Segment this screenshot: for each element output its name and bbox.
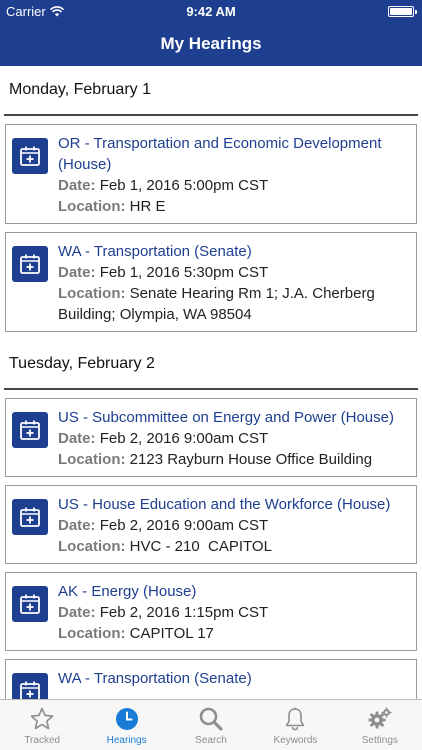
hearing-location: HVC - 210 CAPITOL [129, 538, 272, 555]
tab-hearings[interactable]: Hearings [84, 700, 168, 750]
tab-search[interactable]: Search [169, 700, 253, 750]
page-title: My Hearings [160, 34, 262, 53]
gear-icon [368, 707, 392, 729]
day-header: Monday, February 1 [4, 66, 418, 116]
hearing-card[interactable]: US - Subcommittee on Energy and Power (H… [5, 398, 417, 477]
hearing-date: Feb 2, 2016 9:00am CST [99, 517, 269, 534]
location-label: Location: [58, 198, 126, 215]
hearing-date-row: Date: Feb 2, 2016 1:15pm CST [58, 602, 410, 623]
hearing-date-row: Date: Feb 1, 2016 5:30pm CST [58, 262, 410, 283]
date-label: Date: [58, 264, 96, 281]
hearing-title[interactable]: WA - Transportation (Senate) [58, 241, 410, 262]
calendar-add-icon[interactable] [12, 586, 48, 622]
tab-keywords[interactable]: Keywords [253, 700, 337, 750]
status-time: 9:42 AM [186, 4, 236, 19]
calendar-add-icon[interactable] [12, 138, 48, 174]
calendar-add-icon[interactable] [12, 412, 48, 448]
hearing-location: CAPITOL 17 [129, 625, 214, 642]
search-icon [199, 707, 223, 731]
hearings-list[interactable]: Monday, February 1 OR - Transportation a… [0, 66, 422, 699]
tab-label: Hearings [106, 735, 147, 746]
hearing-location-row: Location: HVC - 210 CAPITOL [58, 536, 410, 557]
hearing-details: US - Subcommittee on Energy and Power (H… [58, 407, 410, 470]
hearing-title[interactable]: US - Subcommittee on Energy and Power (H… [58, 407, 410, 428]
tab-label: Tracked [24, 735, 61, 746]
hearing-card[interactable]: WA - Transportation (Senate) Date: Feb 1… [5, 232, 417, 332]
tab-tracked[interactable]: Tracked [0, 700, 84, 750]
hearing-details: US - House Education and the Workforce (… [58, 494, 410, 557]
date-label: Date: [58, 604, 96, 621]
clock-icon [115, 708, 138, 730]
date-label: Date: [58, 177, 96, 194]
calendar-add-icon[interactable] [12, 673, 48, 699]
day-header-label: Tuesday, February 2 [9, 355, 155, 372]
nav-bar: My Hearings [0, 22, 422, 66]
day-header-label: Monday, February 1 [9, 81, 151, 98]
hearing-date: Feb 1, 2016 5:00pm CST [99, 177, 269, 194]
hearing-date: Feb 1, 2016 5:30pm CST [99, 264, 269, 281]
hearing-date-row: Date: Feb 2, 2016 9:00am CST [58, 428, 410, 449]
hearing-card[interactable]: US - House Education and the Workforce (… [5, 485, 417, 564]
calendar-add-icon[interactable] [12, 246, 48, 282]
tab-label: Search [195, 735, 227, 746]
hearing-location-row: Location: 2123 Rayburn House Office Buil… [58, 449, 410, 470]
location-label: Location: [58, 538, 126, 555]
hearing-location: 2123 Rayburn House Office Building [129, 451, 373, 468]
hearing-card[interactable]: WA - Transportation (Senate) [5, 659, 417, 699]
tab-label: Settings [361, 735, 398, 746]
hearing-details: OR - Transportation and Economic Develop… [58, 133, 410, 217]
hearing-date: Feb 2, 2016 1:15pm CST [99, 604, 269, 621]
tab-label: Keywords [273, 735, 318, 746]
status-bar: Carrier 9:42 AM [0, 0, 422, 22]
hearing-date-row: Date: Feb 1, 2016 5:00pm CST [58, 175, 410, 196]
location-label: Location: [58, 285, 126, 302]
hearing-title[interactable]: US - House Education and the Workforce (… [58, 494, 410, 515]
hearing-location-row: Location: Senate Hearing Rm 1; J.A. Cher… [58, 283, 410, 325]
hearing-title[interactable]: OR - Transportation and Economic Develop… [58, 133, 410, 175]
hearing-title[interactable]: WA - Transportation (Senate) [58, 668, 410, 689]
hearing-details: AK - Energy (House) Date: Feb 2, 2016 1:… [58, 581, 410, 644]
hearing-card[interactable]: AK - Energy (House) Date: Feb 2, 2016 1:… [5, 572, 417, 651]
hearing-location-row: Location: CAPITOL 17 [58, 623, 410, 644]
bell-icon [286, 707, 305, 731]
hearing-location-row: Location: HR E [58, 196, 410, 217]
hearing-details: WA - Transportation (Senate) Date: Feb 1… [58, 241, 410, 325]
tab-bar: Tracked Hearings Search Keywords Setting… [0, 699, 422, 750]
date-label: Date: [58, 430, 96, 447]
hearing-title[interactable]: AK - Energy (House) [58, 581, 410, 602]
calendar-add-icon[interactable] [12, 499, 48, 535]
star-icon [30, 707, 54, 730]
date-label: Date: [58, 517, 96, 534]
hearing-details: WA - Transportation (Senate) [58, 668, 410, 699]
tab-settings[interactable]: Settings [338, 700, 422, 750]
day-header: Tuesday, February 2 [4, 340, 418, 390]
hearing-location: HR E [129, 198, 166, 215]
hearing-date-row: Date: Feb 2, 2016 9:00am CST [58, 515, 410, 536]
hearing-date: Feb 2, 2016 9:00am CST [99, 430, 269, 447]
location-label: Location: [58, 451, 126, 468]
location-label: Location: [58, 625, 126, 642]
battery-icon [388, 6, 417, 17]
hearing-card[interactable]: OR - Transportation and Economic Develop… [5, 124, 417, 224]
